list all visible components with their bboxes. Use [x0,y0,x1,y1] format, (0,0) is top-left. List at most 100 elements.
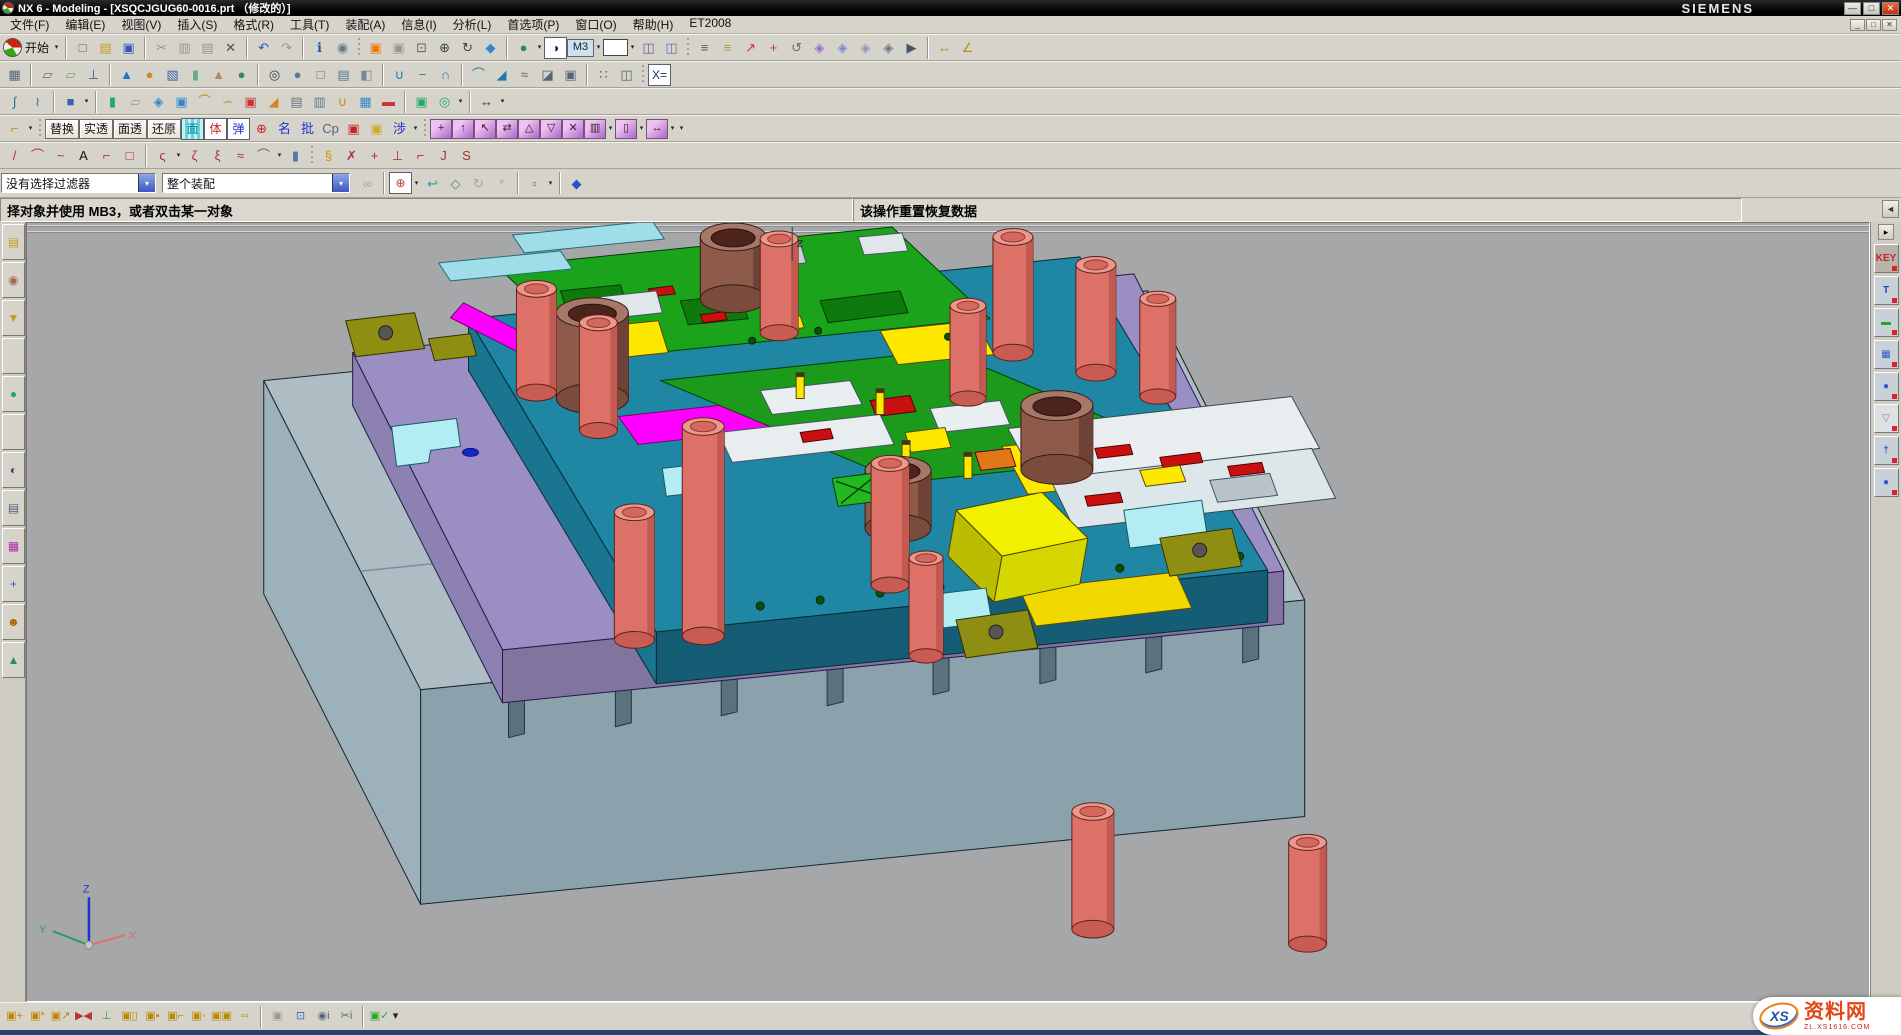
gold-cube-icon[interactable]: ▣ [365,118,388,140]
slab-red-icon[interactable]: ▬ [377,91,400,113]
face-curve-icon[interactable]: ▮ [284,145,307,167]
fill-window-icon[interactable]: ▣ [387,37,410,59]
pocket-green-icon[interactable]: ▣ [410,91,433,113]
profile-icon[interactable]: ⌐ [95,145,118,167]
new-component-icon[interactable]: ▣* [26,1006,49,1028]
mdi-minimize-button[interactable]: _ [1850,19,1865,31]
background-box[interactable] [603,39,628,56]
select-cube-icon[interactable]: ◈ [877,37,900,59]
datum-plane-icon[interactable]: ▱ [59,64,82,86]
zoom-box-icon[interactable]: ⊡ [410,37,433,59]
edge-blend-icon[interactable]: ⌒ [467,64,490,86]
find-component-icon[interactable]: ∞ [356,172,379,194]
gold-extrude-icon[interactable]: ⌐ [3,118,26,140]
minimize-button[interactable]: — [1844,2,1861,15]
redo-icon[interactable]: ↷ [275,37,298,59]
block-icon[interactable]: ▧ [161,64,184,86]
sheet-body-icon[interactable]: ▱ [124,91,147,113]
snap-point-icon[interactable]: ⊕ [389,172,412,194]
save-icon[interactable]: ▣ [117,37,140,59]
menu-format[interactable]: 格式(R) [225,15,282,34]
selection-scope-dropdown[interactable]: 整个装配 ▾ [162,173,350,193]
search-icon[interactable]: ◉ [331,37,354,59]
sequence-icon[interactable]: ▫▫ [233,1006,256,1028]
pocket-icon[interactable]: □ [309,64,332,86]
assembly-navigator-tab[interactable]: ▤ [2,224,25,260]
constraint-navigator-tab[interactable]: ◉ [2,262,25,298]
wireframe-cube-icon[interactable]: ◇ [444,172,467,194]
pocket-green2-icon[interactable]: ◎ [433,91,456,113]
menu-assemblies[interactable]: 装配(A) [337,15,393,34]
solid-transparent-button[interactable]: 实透 [79,119,113,139]
sphere-icon[interactable]: ● [230,64,253,86]
selection-filter-dropdown-button[interactable]: ▾ [138,174,155,192]
xdim-component-cube-icon[interactable]: ↔ [646,119,668,139]
cone-icon[interactable]: ▲ [207,64,230,86]
pointer-cube-icon[interactable]: ▶ [900,37,923,59]
bridge-curve-dropdown[interactable]: ▾ [275,145,284,167]
window-in-icon[interactable]: ◫ [637,37,660,59]
shade-toggle-icon[interactable]: ◑ [544,37,567,59]
menu-preferences[interactable]: 首选项(P) [499,15,567,34]
reuse-white-punch[interactable]: ▽ [1874,404,1899,433]
rects-component-dropdown[interactable]: ▾ [637,118,646,140]
copy-position-icon[interactable]: Cp [319,118,342,140]
chamfer-icon[interactable]: ◢ [490,64,513,86]
render-style-icon[interactable]: ● [512,37,535,59]
menu-help[interactable]: 帮助(H) [625,15,682,34]
shaded-cube-icon[interactable]: ◆ [565,172,588,194]
reuse-round-plate[interactable]: ● [1874,372,1899,401]
reuse-blue-part[interactable]: ● [1874,468,1899,497]
add-component-icon[interactable]: ▣+ [3,1006,26,1028]
warn-cylinder-cube-icon[interactable]: ▽ [540,119,562,139]
perspective-cube-icon[interactable]: ◆ [479,37,502,59]
emboss-icon[interactable]: ◧ [355,64,378,86]
visualization-tab[interactable]: + [2,566,25,602]
thread-icon[interactable]: ≈ [513,64,536,86]
layer-visible-icon[interactable]: ≡ [716,37,739,59]
pocket-green-dropdown[interactable]: ▾ [456,91,465,113]
explode-assembly-icon[interactable]: ▣▣ [210,1006,233,1028]
unite-icon[interactable]: ∪ [388,64,411,86]
orient-axes-icon[interactable]: + [762,37,785,59]
spline-icon[interactable]: ~ [49,145,72,167]
mirror-assembly-icon[interactable]: ▣▯ [118,1006,141,1028]
menu-window[interactable]: 窗口(O) [567,15,624,34]
expressions-icon[interactable]: X= [648,64,671,86]
key-doc-icon[interactable]: § [317,145,340,167]
mdi-restore-button[interactable]: □ [1866,19,1881,31]
rectangle-icon[interactable]: □ [118,145,141,167]
line-icon[interactable]: / [3,145,26,167]
constraint-cube-3-icon[interactable]: ◈ [854,37,877,59]
mirror-feature-icon[interactable]: ◫ [615,64,638,86]
start-menu-dropdown[interactable]: ▾ [52,37,61,59]
pad-icon[interactable]: ▤ [332,64,355,86]
shell-icon[interactable]: ▣ [559,64,582,86]
roles-tab[interactable]: ☻ [2,604,25,640]
cross-curve-icon[interactable]: + [363,145,386,167]
palettes-tab[interactable]: ▦ [2,528,25,564]
cube-pair-icon[interactable]: ▣ [170,91,193,113]
core-cube-icon[interactable]: ▣ [239,91,262,113]
swap-component-cube-icon[interactable]: ⇄ [496,119,518,139]
system-materials-tab[interactable]: ▤ [2,490,25,526]
hole-icon[interactable]: ◎ [263,64,286,86]
marquee-dropdown[interactable]: ▾ [546,172,555,194]
expand-palette-arrow[interactable]: ▸ [1878,224,1894,240]
view-layer-box[interactable]: M3 [567,39,594,57]
trim-body-icon[interactable]: ◪ [536,64,559,86]
cylinder-icon[interactable]: ▮ [184,64,207,86]
view-layer-dropdown[interactable]: ▾ [594,37,603,59]
menu-tools[interactable]: 工具(T) [282,15,337,34]
delete-component-cube-icon[interactable]: ✕ [562,119,584,139]
warn-triangle-cube-icon[interactable]: △ [518,119,540,139]
drag-component-cube-icon[interactable]: ↖ [474,119,496,139]
marquee-select-icon[interactable]: ▫ [523,172,546,194]
revolve-icon[interactable]: ● [138,64,161,86]
reuse-t-punch-part[interactable]: T [1874,276,1899,305]
corner-curve-icon[interactable]: ⌐ [409,145,432,167]
window-out-icon[interactable]: ◫ [660,37,683,59]
gem-cube-icon[interactable]: ◈ [147,91,170,113]
paste-icon[interactable]: ▤ [196,37,219,59]
menu-edit[interactable]: 编辑(E) [57,15,113,34]
